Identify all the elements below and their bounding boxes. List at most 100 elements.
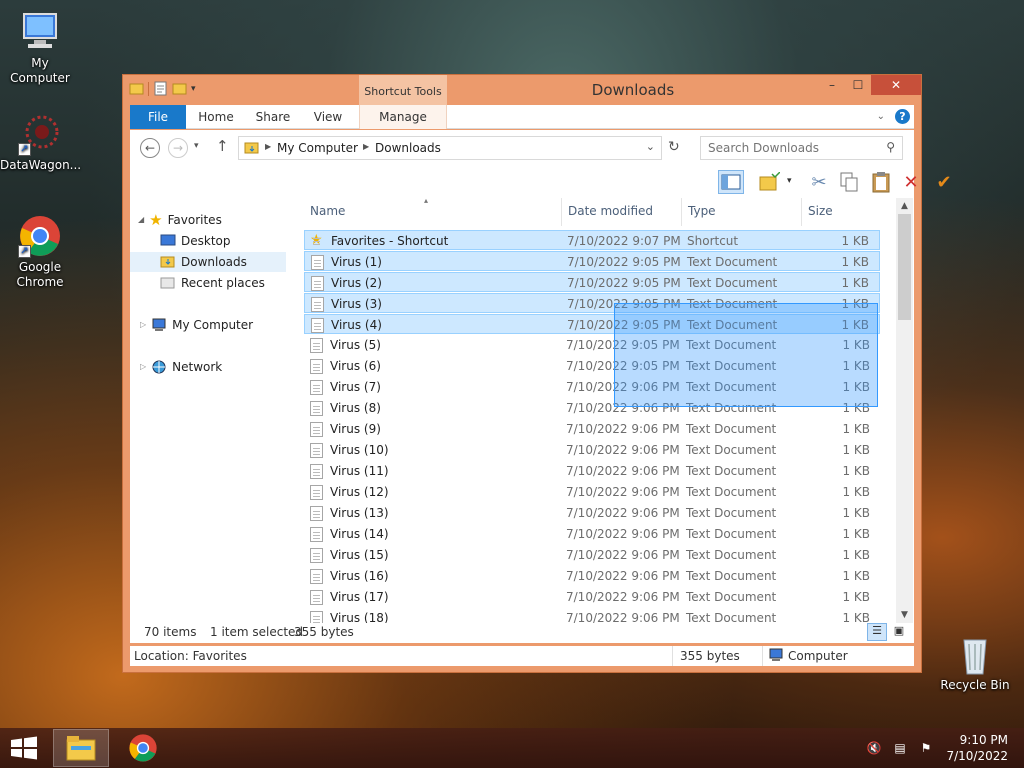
scroll-up-arrow-icon[interactable]: ▲ <box>896 198 913 214</box>
breadcrumb-downloads[interactable]: Downloads <box>375 141 441 155</box>
address-bar[interactable]: ▶ My Computer ▶ Downloads ⌄ <box>238 136 662 160</box>
item-count: 70 items <box>144 625 197 639</box>
text-document-icon <box>310 359 323 374</box>
table-row[interactable]: Virus (13) 7/10/2022 9:06 PM Text Document… <box>304 503 880 523</box>
cell-type: Text Document <box>687 255 778 269</box>
clock-date: 7/10/2022 <box>946 749 1008 763</box>
tab-home[interactable]: Home <box>192 105 240 129</box>
chrome-icon: ↗ <box>18 214 62 258</box>
vertical-scrollbar[interactable]: ▲ ▼ <box>896 198 913 623</box>
up-arrow-icon[interactable]: ↑ <box>216 137 229 155</box>
tab-file[interactable]: File <box>130 105 186 129</box>
text-document-icon <box>310 527 323 542</box>
nav-desktop[interactable]: Desktop <box>160 231 231 251</box>
table-row[interactable]: Virus (15) 7/10/2022 9:06 PM Text Document… <box>304 545 880 565</box>
new-folder-icon[interactable] <box>172 81 187 96</box>
desktop-icon-my-computer[interactable]: My Computer <box>0 10 80 86</box>
desktop-icon-label: Recycle Bin <box>940 678 1010 692</box>
rename-check-icon[interactable]: ✔ <box>931 170 957 194</box>
new-folder-toolbar-icon[interactable] <box>756 170 782 194</box>
table-row[interactable]: Virus (17) 7/10/2022 9:06 PM Text Document… <box>304 587 880 607</box>
table-row[interactable]: Virus (14) 7/10/2022 9:06 PM Text Document… <box>304 524 880 544</box>
recent-places-icon <box>160 277 175 289</box>
window-title: Downloads <box>591 81 675 99</box>
forward-button[interactable]: → <box>168 138 188 158</box>
table-row[interactable]: Virus (18) 7/10/2022 9:06 PM Text Document… <box>304 608 880 623</box>
cell-date: 7/10/2022 9:06 PM <box>566 485 680 499</box>
table-row[interactable]: Virus (12) 7/10/2022 9:06 PM Text Document… <box>304 482 880 502</box>
refresh-icon[interactable]: ↻ <box>668 139 680 155</box>
cut-icon[interactable]: ✂ <box>806 170 832 194</box>
nav-downloads[interactable]: Downloads <box>130 252 286 272</box>
table-row[interactable]: Virus (2) 7/10/2022 9:05 PM Text Document 1… <box>304 272 880 292</box>
title-bar[interactable]: ▾ Shortcut Tools Downloads – ☐ ✕ <box>123 75 921 105</box>
cell-name: Virus (5) <box>330 338 381 352</box>
address-dropdown-icon[interactable]: ⌄ <box>646 140 655 153</box>
search-input[interactable] <box>701 137 871 159</box>
maximize-button[interactable]: ☐ <box>845 75 871 95</box>
table-row[interactable]: Virus (9) 7/10/2022 9:06 PM Text Document 1… <box>304 419 880 439</box>
taskbar-clock[interactable]: 9:10 PM 7/10/2022 <box>946 732 1008 764</box>
cell-name: Virus (18) <box>330 611 389 623</box>
delete-icon[interactable]: ✕ <box>898 170 924 194</box>
table-row[interactable]: Virus (10) 7/10/2022 9:06 PM Text Document… <box>304 440 880 460</box>
details-view-icon[interactable]: ☰ <box>867 623 887 641</box>
column-header-size[interactable]: Size <box>802 198 880 226</box>
taskbar-file-explorer[interactable] <box>53 729 109 767</box>
customize-qat-dropdown[interactable]: ▾ <box>191 84 196 94</box>
tab-share[interactable]: Share <box>250 105 296 129</box>
search-icon[interactable]: ⚲ <box>886 140 895 154</box>
table-row[interactable]: Virus (11) 7/10/2022 9:06 PM Text Document… <box>304 461 880 481</box>
cell-size: 1 KB <box>842 590 870 604</box>
cell-name: Virus (16) <box>330 569 389 583</box>
desktop-icon-datawagon[interactable]: ↗ DataWagon... <box>0 112 81 173</box>
scrollbar-thumb[interactable] <box>898 214 911 320</box>
large-icons-view-icon[interactable]: ▣ <box>889 623 909 641</box>
cell-type: Text Document <box>686 506 777 520</box>
nav-recent-label: Recent places <box>181 276 265 290</box>
help-icon[interactable]: ? <box>895 109 910 124</box>
table-row[interactable]: ★ Favorites - Shortcut 7/10/2022 9:07 PM Sh… <box>304 230 880 250</box>
cell-name: Virus (8) <box>330 401 381 415</box>
expand-arrow-icon: ▷ <box>140 320 147 329</box>
text-document-icon <box>310 338 323 353</box>
preview-pane-icon[interactable] <box>718 170 744 194</box>
column-header-name[interactable]: Name <box>304 198 562 226</box>
expand-ribbon-icon[interactable]: ⌄ <box>877 111 885 122</box>
taskbar-chrome[interactable] <box>115 729 171 767</box>
properties-icon[interactable] <box>153 81 168 96</box>
cell-size: 1 KB <box>842 506 870 520</box>
nav-recent-places[interactable]: Recent places <box>160 273 265 293</box>
minimize-button[interactable]: – <box>819 75 845 95</box>
nav-my-computer[interactable]: ▷ My Computer <box>140 315 253 335</box>
text-document-icon <box>310 506 323 521</box>
column-header-type[interactable]: Type <box>682 198 802 226</box>
cell-size: 1 KB <box>842 569 870 583</box>
cell-name: Virus (10) <box>330 443 389 457</box>
paste-icon[interactable] <box>868 170 894 194</box>
ribbon-tabs: File Home Share View Manage ⌄ ? <box>130 105 914 129</box>
action-center-flag-icon[interactable]: ⚑ <box>918 740 934 756</box>
desktop-icon-google-chrome[interactable]: ↗ Google Chrome <box>0 214 80 290</box>
volume-muted-icon[interactable]: 🔇 <box>866 740 882 756</box>
nav-network[interactable]: ▷ Network <box>140 357 222 377</box>
table-row[interactable]: Virus (1) 7/10/2022 9:05 PM Text Document 1… <box>304 251 880 271</box>
table-row[interactable]: Virus (16) 7/10/2022 9:06 PM Text Document… <box>304 566 880 586</box>
folder-icon[interactable] <box>129 81 144 96</box>
scroll-down-arrow-icon[interactable]: ▼ <box>896 607 913 623</box>
dropdown-chevron-icon[interactable]: ▾ <box>787 176 792 186</box>
tab-manage[interactable]: Manage <box>359 105 447 129</box>
close-button[interactable]: ✕ <box>871 75 921 95</box>
breadcrumb-my-computer[interactable]: My Computer <box>277 141 358 155</box>
nav-favorites[interactable]: ◢ ★ Favorites <box>138 210 222 230</box>
desktop-icon-recycle-bin[interactable]: Recycle Bin <box>935 632 1015 693</box>
column-header-date[interactable]: Date modified <box>562 198 682 226</box>
copy-icon[interactable] <box>836 170 862 194</box>
cell-name: Favorites - Shortcut <box>331 234 449 248</box>
tab-view[interactable]: View <box>306 105 350 129</box>
context-tab-group-label: Shortcut Tools <box>359 75 447 105</box>
network-status-icon[interactable]: ▤ <box>892 740 908 756</box>
windows-start-icon[interactable] <box>10 736 38 760</box>
back-button[interactable]: ← <box>140 138 160 158</box>
recent-locations-chevron-icon[interactable]: ▾ <box>194 141 199 151</box>
